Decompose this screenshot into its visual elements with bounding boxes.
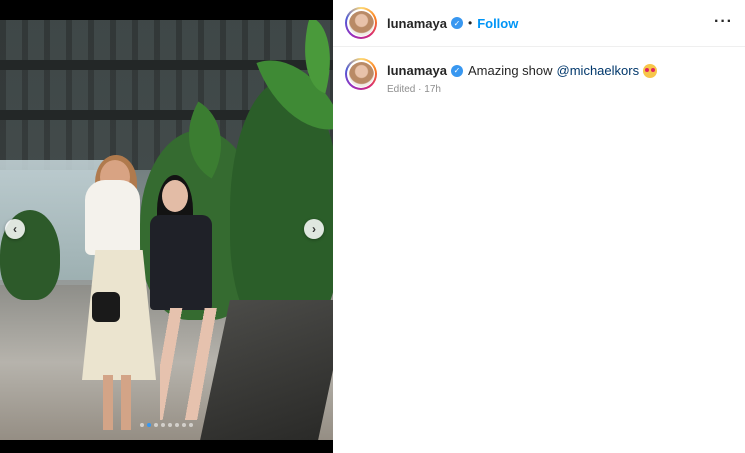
timestamp[interactable]: 17h [424,84,441,95]
header-separator: • [467,16,473,30]
carousel-dot [168,423,172,427]
carousel-dot [189,423,193,427]
mention-link[interactable]: @michaelkors [557,63,640,78]
carousel-dot [140,423,144,427]
caption-meta: Edited · 17h [387,84,657,95]
more-options-icon[interactable]: ··· [714,13,733,31]
carousel-dot [161,423,165,427]
caption: lunamaya ✓ Amazing show @michaelkors Edi… [345,58,658,95]
edited-label: Edited [387,84,416,95]
caption-body: lunamaya ✓ Amazing show @michaelkors Edi… [387,58,658,95]
follow-button[interactable]: Follow [477,16,518,31]
avatar-image [348,61,374,87]
avatar-frame [347,60,375,88]
carousel-dot [147,423,151,427]
photo-handbag [92,292,120,322]
carousel-dot [182,423,186,427]
caption-line: lunamaya ✓ Amazing show @michaelkors [387,63,658,78]
post-header: lunamaya ✓ • Follow ··· [333,0,745,47]
avatar-image [348,10,374,36]
photo-person [160,308,228,420]
avatar[interactable] [345,58,377,90]
carousel-dot [154,423,158,427]
post-sidebar: lunamaya ✓ • Follow ··· lunamaya ✓ Amazi… [333,0,745,453]
chevron-right-icon[interactable]: › [304,219,324,239]
avatar-frame [347,9,375,37]
photo-person [103,375,131,430]
photo-person [162,180,188,212]
caption-username[interactable]: lunamaya [387,63,447,78]
heart-eyes-emoji-icon [643,63,658,78]
photo-person [85,180,140,255]
avatar[interactable] [345,7,377,39]
carousel-indicator [0,423,333,427]
caption-text: Amazing show [467,63,553,78]
photo-person [150,215,212,310]
post-media: ‹ › [0,0,333,453]
carousel-dot [175,423,179,427]
header-username[interactable]: lunamaya [387,16,447,31]
post-photo[interactable] [0,20,333,440]
chevron-left-icon[interactable]: ‹ [5,219,25,239]
verified-badge-icon: ✓ [450,64,463,77]
verified-badge-icon: ✓ [450,17,463,29]
meta-separator: · [418,84,422,95]
